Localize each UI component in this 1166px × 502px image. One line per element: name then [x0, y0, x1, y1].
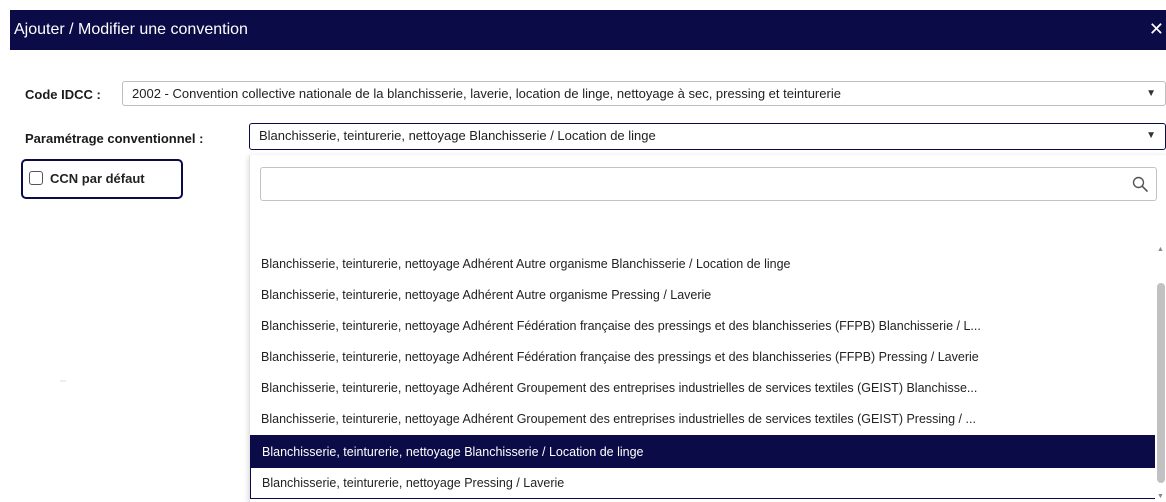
parametrage-select-value: Blanchisserie, teinturerie, nettoyage Bl…	[259, 128, 656, 143]
dropdown-option[interactable]: Blanchisserie, teinturerie, nettoyage Ad…	[250, 373, 1155, 404]
ccn-default-label: CCN par défaut	[50, 171, 145, 186]
scroll-down-icon[interactable]: ▼	[1157, 493, 1164, 500]
dropdown-option[interactable]: Blanchisserie, teinturerie, nettoyage Ad…	[250, 311, 1155, 342]
dropdown-search[interactable]	[260, 167, 1157, 201]
dropdown-option[interactable]: Blanchisserie, teinturerie, nettoyage Ad…	[250, 404, 1155, 435]
dialog-title: Ajouter / Modifier une convention	[14, 21, 248, 38]
checkbox-icon[interactable]	[29, 171, 43, 185]
close-icon[interactable]: ✕	[1149, 10, 1164, 48]
chevron-down-icon: ▼	[1146, 130, 1156, 141]
dropdown-option[interactable]: Blanchisserie, teinturerie, nettoyage Ad…	[250, 249, 1155, 280]
dropdown-scrollbar[interactable]: ▲ ▼	[1155, 243, 1166, 502]
divider	[60, 380, 66, 382]
options-list: Blanchisserie, teinturerie, nettoyage Ad…	[250, 249, 1157, 499]
parametrage-select[interactable]: Blanchisserie, teinturerie, nettoyage Bl…	[249, 123, 1166, 150]
search-icon	[1132, 176, 1148, 192]
idcc-select[interactable]: 2002 - Convention collective nationale d…	[122, 81, 1166, 106]
ccn-default-checkbox[interactable]: CCN par défaut	[21, 159, 183, 199]
dropdown-option[interactable]: Blanchisserie, teinturerie, nettoyage Ad…	[250, 342, 1155, 373]
scroll-up-icon[interactable]: ▲	[1157, 246, 1164, 253]
parametrage-label: Paramétrage conventionnel :	[25, 131, 204, 146]
dropdown-option[interactable]: Blanchisserie, teinturerie, nettoyage Ad…	[250, 280, 1155, 311]
scrollbar-thumb[interactable]	[1157, 283, 1165, 483]
parametrage-dropdown: Blanchisserie, teinturerie, nettoyage Ad…	[249, 155, 1166, 502]
chevron-down-icon: ▼	[1146, 88, 1156, 99]
dialog-title-bar: Ajouter / Modifier une convention ✕	[10, 10, 1166, 50]
idcc-select-value: 2002 - Convention collective nationale d…	[132, 86, 841, 101]
dropdown-option[interactable]: Blanchisserie, teinturerie, nettoyage Pr…	[250, 468, 1157, 499]
idcc-label: Code IDCC :	[25, 87, 101, 102]
dropdown-option-selected[interactable]: Blanchisserie, teinturerie, nettoyage Bl…	[250, 435, 1157, 468]
search-input[interactable]	[267, 172, 1121, 198]
